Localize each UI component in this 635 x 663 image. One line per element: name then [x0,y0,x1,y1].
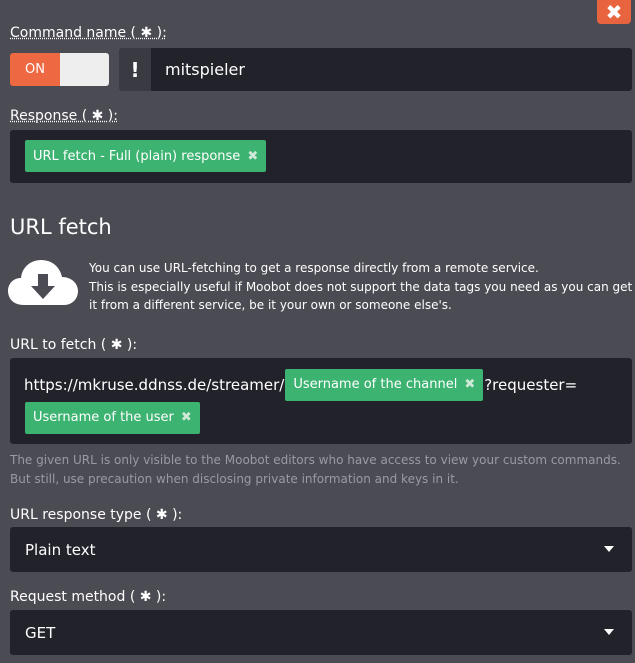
response-tag-label: URL fetch - Full (plain) response [33,148,241,164]
request-method-select[interactable]: GET [10,610,632,655]
cloud-download-icon [8,260,78,305]
command-prefix: ! [119,48,151,91]
info-line-1: You can use URL-fetching to get a respon… [89,261,539,275]
response-type-select[interactable]: Plain text [10,527,632,572]
user-tag-label: Username of the user [33,410,174,425]
channel-username-tag: Username of the channel ✖ [285,368,484,401]
chevron-down-icon [604,629,614,635]
response-label: Response ( ✱ ): [10,108,118,124]
enabled-toggle[interactable]: ON [10,53,109,86]
toggle-knob [60,53,109,86]
remove-tag-icon[interactable]: ✖ [464,377,475,392]
url-privacy-hint: The given URL is only visible to the Moo… [10,451,632,489]
section-title: URL fetch [10,215,112,239]
channel-tag-label: Username of the channel [293,377,458,392]
remove-tag-icon[interactable]: ✖ [247,149,258,164]
chevron-down-icon [604,546,614,552]
info-line-2: This is especially useful if Moobot does… [89,279,633,313]
close-icon: ✖ [605,0,623,24]
request-method-label: Request method ( ✱ ): [10,589,167,605]
url-line-2: Username of the user ✖ [24,401,618,434]
response-tag: URL fetch - Full (plain) response ✖ [25,140,267,172]
hint-line-2: But still, use precaution when disclosin… [10,472,459,486]
url-fetch-info: You can use URL-fetching to get a respon… [89,259,634,315]
response-type-label: URL response type ( ✱ ): [10,507,183,523]
command-name-input[interactable]: mitspieler [151,48,632,91]
url-to-fetch-label: URL to fetch ( ✱ ): [10,337,138,353]
url-text-1: https://mkruse.ddnss.de/streamer/ [24,375,285,394]
response-type-value: Plain text [25,540,96,559]
remove-tag-icon[interactable]: ✖ [181,410,192,425]
hint-line-1: The given URL is only visible to the Moo… [10,453,621,467]
command-name-label: Command name ( ✱ ): [10,25,167,41]
toggle-on-label: ON [10,53,60,86]
user-username-tag: Username of the user ✖ [25,401,200,434]
url-input[interactable]: https://mkruse.ddnss.de/streamer/ Userna… [10,358,632,444]
request-method-value: GET [25,623,56,642]
url-line-1: https://mkruse.ddnss.de/streamer/ Userna… [24,368,618,401]
close-button[interactable]: ✖ [597,0,631,24]
url-text-2: ?requester= [484,375,578,394]
response-field[interactable]: URL fetch - Full (plain) response ✖ [10,130,632,183]
